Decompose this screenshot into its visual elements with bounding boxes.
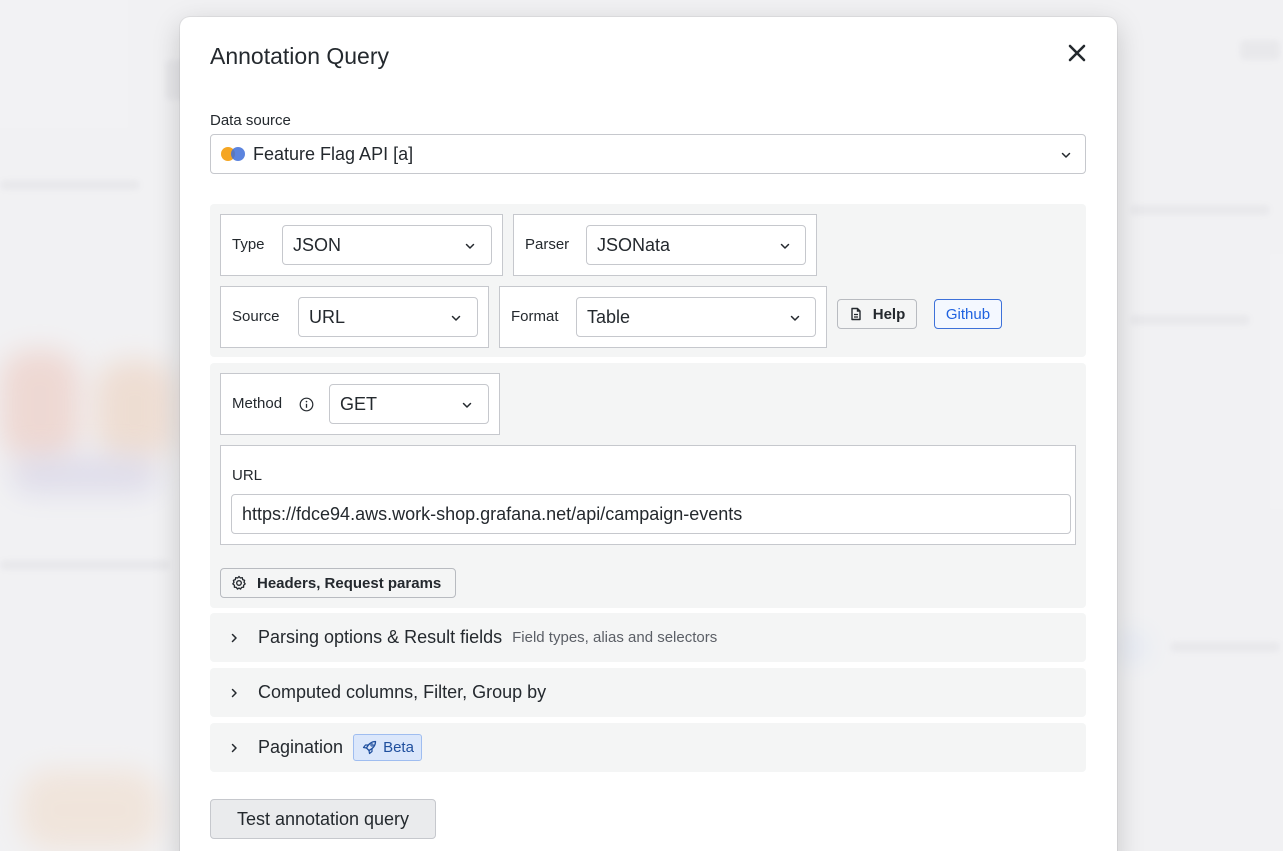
chevron-right-icon xyxy=(228,687,240,699)
format-select[interactable]: Table xyxy=(576,297,816,337)
section-title: Computed columns, Filter, Group by xyxy=(258,682,547,702)
close-icon xyxy=(1068,44,1086,62)
method-select[interactable]: GET xyxy=(329,384,489,424)
chevron-down-icon xyxy=(1060,149,1072,161)
chevron-down-icon xyxy=(779,240,791,252)
url-input[interactable]: https://fdce94.aws.work-shop.grafana.net… xyxy=(231,494,1071,534)
chevron-down-icon xyxy=(450,312,462,324)
format-label: Format xyxy=(511,308,559,325)
test-button-label: Test annotation query xyxy=(236,808,410,829)
chevron-down-icon xyxy=(464,240,476,252)
modal-title: Annotation Query xyxy=(210,43,390,69)
headers-button-label: Headers, Request params xyxy=(257,574,442,592)
section-parsing-options[interactable]: Parsing options & Result fields Field ty… xyxy=(210,613,1086,662)
parser-label: Parser xyxy=(525,236,570,253)
test-annotation-query-button[interactable]: Test annotation query xyxy=(210,799,436,839)
source-value: URL xyxy=(309,306,346,327)
format-value: Table xyxy=(587,306,631,327)
document-icon xyxy=(851,307,861,321)
method-label: Method xyxy=(232,395,283,412)
datasource-select[interactable]: Feature Flag API [a] xyxy=(210,134,1086,174)
github-label: Github xyxy=(945,305,991,323)
headers-request-params-button[interactable]: Headers, Request params xyxy=(220,568,456,598)
beta-badge: Beta xyxy=(353,734,422,761)
info-circle-icon[interactable] xyxy=(299,397,314,412)
parser-value: JSONata xyxy=(597,234,671,255)
method-value: GET xyxy=(340,393,378,414)
chevron-right-icon xyxy=(228,742,240,754)
annotation-query-modal: Annotation Query Data source Feature Fla… xyxy=(180,17,1117,851)
close-button[interactable] xyxy=(1065,41,1089,65)
chevron-down-icon xyxy=(461,399,473,411)
type-label: Type xyxy=(232,236,265,253)
datasource-value: Feature Flag API [a] xyxy=(253,143,414,164)
source-label: Source xyxy=(232,308,280,325)
section-pagination[interactable]: Pagination Beta xyxy=(210,723,1086,772)
section-computed-columns[interactable]: Computed columns, Filter, Group by xyxy=(210,668,1086,717)
beta-label: Beta xyxy=(383,739,414,756)
parser-select[interactable]: JSONata xyxy=(586,225,806,265)
rocket-icon xyxy=(362,740,377,755)
section-description: Field types, alias and selectors xyxy=(512,629,718,646)
datasource-label: Data source xyxy=(210,112,291,129)
section-title: Parsing options & Result fields xyxy=(258,627,503,647)
url-label: URL xyxy=(232,467,263,484)
source-select[interactable]: URL xyxy=(298,297,478,337)
gear-icon xyxy=(232,575,246,590)
help-label: Help xyxy=(872,305,906,323)
datasource-logo-icon xyxy=(221,147,247,161)
chevron-right-icon xyxy=(228,632,240,644)
type-select[interactable]: JSON xyxy=(282,225,492,265)
github-link[interactable]: Github xyxy=(934,299,1002,329)
type-value: JSON xyxy=(293,234,342,255)
chevron-down-icon xyxy=(789,312,801,324)
section-title: Pagination xyxy=(258,737,344,757)
help-button[interactable]: Help xyxy=(837,299,917,329)
